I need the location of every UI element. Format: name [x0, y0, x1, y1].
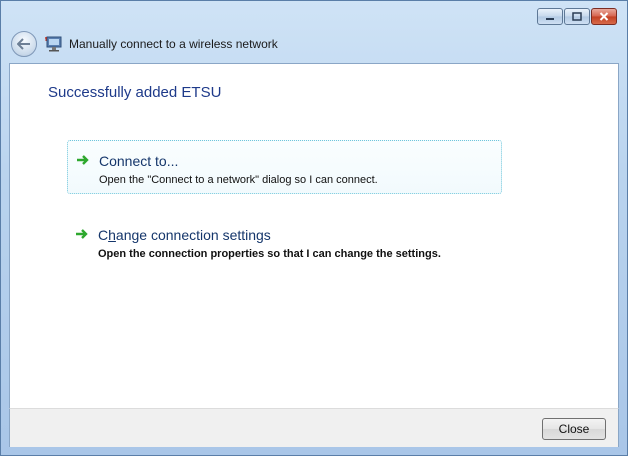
connect-to-description: Open the "Connect to a network" dialog s… — [99, 174, 378, 186]
page-heading: Successfully added ETSU — [48, 84, 222, 101]
green-arrow-icon — [76, 229, 88, 239]
access-key-letter: h — [108, 227, 116, 243]
change-connection-settings-option[interactable]: Change connection settings Open the conn… — [67, 215, 502, 269]
close-button[interactable]: Close — [542, 418, 606, 440]
navigation-bar: Manually connect to a wireless network — [1, 27, 627, 63]
close-icon — [599, 12, 609, 21]
title-suffix: ange connection settings — [115, 227, 271, 243]
maximize-icon — [572, 12, 582, 21]
minimize-button[interactable] — [537, 8, 563, 25]
close-window-button[interactable] — [591, 8, 617, 25]
back-button[interactable] — [11, 31, 37, 57]
footer-bar: Close — [9, 408, 619, 447]
connect-to-option[interactable]: Connect to... Open the "Connect to a net… — [67, 140, 502, 194]
minimize-icon — [546, 17, 554, 20]
window-title: Manually connect to a wireless network — [69, 37, 278, 51]
wireless-network-icon — [45, 36, 62, 52]
green-arrow-icon — [77, 155, 89, 165]
caption-buttons — [537, 8, 617, 25]
change-connection-settings-description: Open the connection properties so that I… — [98, 248, 441, 260]
maximize-button[interactable] — [564, 8, 590, 25]
back-arrow-icon — [17, 38, 30, 50]
dialog-window: Manually connect to a wireless network S… — [0, 0, 628, 456]
connect-to-title: Connect to... — [99, 153, 179, 169]
change-connection-settings-title: Change connection settings — [98, 227, 271, 243]
content-area: Successfully added ETSU Connect to... Op… — [9, 63, 619, 408]
title-prefix: C — [98, 227, 109, 243]
